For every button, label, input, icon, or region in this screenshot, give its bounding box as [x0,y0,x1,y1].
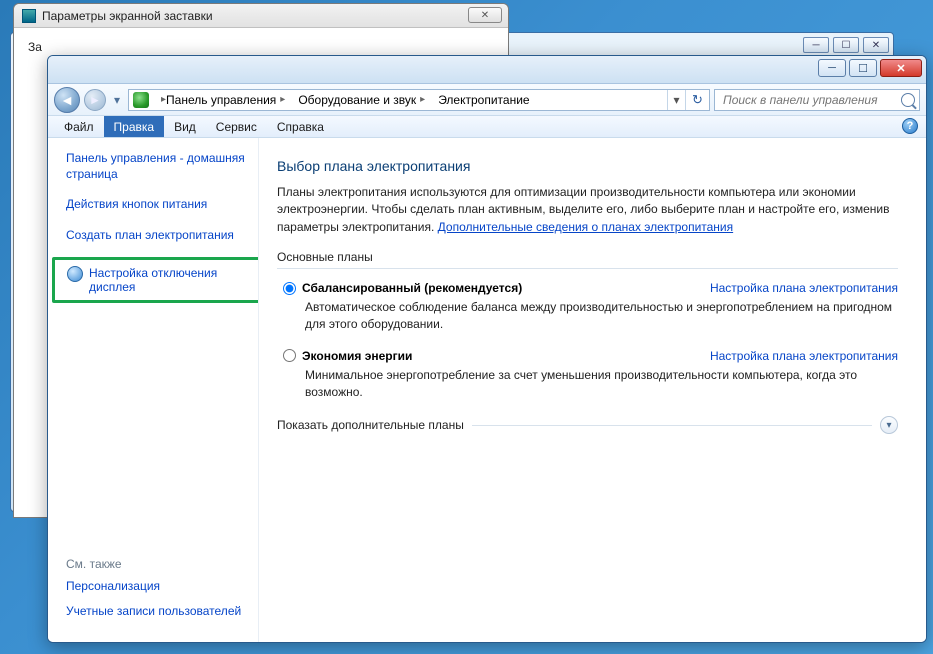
breadcrumb-hardware-sound[interactable]: Оборудование и звук ▸ [292,90,432,110]
plan-balanced: Сбалансированный (рекомендуется) Настрой… [283,281,898,333]
chevron-down-icon[interactable]: ▾ [880,416,898,434]
content-pane: Выбор плана электропитания Планы электро… [258,138,926,642]
menu-view[interactable]: Вид [164,116,206,137]
nav-history-dropdown[interactable]: ▾ [110,93,124,107]
window-titlebar[interactable]: ─ ☐ ✕ [48,56,926,84]
plan-energy-configure-link[interactable]: Настройка плана электропитания [710,349,898,363]
nav-forward-button[interactable]: ► [84,89,106,111]
menu-edit[interactable]: Правка [104,116,165,137]
menu-help[interactable]: Справка [267,116,334,137]
sidebar-home-link[interactable]: Панель управления - домашняя страница [66,150,248,182]
screensaver-icon [22,9,36,23]
divider [472,425,872,426]
divider [277,268,898,269]
plan-energy-saver: Экономия энергии Настройка плана электро… [283,349,898,401]
plan-balanced-title: Сбалансированный (рекомендуется) [302,281,522,295]
search-box[interactable] [714,89,920,111]
plan-energy-radio-label[interactable]: Экономия энергии [283,349,412,363]
menu-service[interactable]: Сервис [206,116,267,137]
bg-maximize-button[interactable]: ☐ [833,37,859,53]
sidebar-user-accounts-link[interactable]: Учетные записи пользователей [66,604,248,620]
maximize-button[interactable]: ☐ [849,59,877,77]
sidebar: Панель управления - домашняя страница Де… [48,138,258,642]
plan-energy-radio[interactable] [283,349,296,362]
plan-energy-title: Экономия энергии [302,349,412,363]
see-also-heading: См. также [66,557,248,571]
search-icon [901,93,915,107]
plan-balanced-radio-label[interactable]: Сбалансированный (рекомендуется) [283,281,522,295]
address-bar[interactable]: ▸ Панель управления ▸ Оборудование и зву… [128,89,710,111]
show-more-plans-label: Показать дополнительные планы [277,418,464,432]
sidebar-personalization-link[interactable]: Персонализация [66,579,248,595]
sidebar-power-buttons-link[interactable]: Действия кнопок питания [66,196,248,212]
screensaver-dialog-titlebar[interactable]: Параметры экранной заставки ✕ [14,4,508,28]
help-icon[interactable]: ? [902,118,918,134]
screensaver-dialog-title: Параметры экранной заставки [42,9,213,23]
bg-minimize-button[interactable]: ─ [803,37,829,53]
page-title: Выбор плана электропитания [277,158,898,174]
plans-section-label: Основные планы [277,250,898,264]
breadcrumb-power[interactable]: Электропитание [432,90,536,110]
sidebar-display-off-label: Настройка отключения дисплея [89,266,253,294]
menu-file[interactable]: Файл [54,116,104,137]
power-options-window: ─ ☐ ✕ ◄ ► ▾ ▸ Панель управления ▸ Оборуд… [47,55,927,643]
control-panel-icon [133,92,149,108]
breadcrumb-label: Электропитание [438,93,529,107]
intro-text: Планы электропитания используются для оп… [277,184,898,236]
plan-balanced-desc: Автоматическое соблюдение баланса между … [305,299,898,333]
screensaver-body-fragment: За [28,40,42,54]
breadcrumb-label: Оборудование и звук [298,93,416,107]
screensaver-dialog-close-button[interactable]: ✕ [468,7,502,23]
sidebar-create-plan-link[interactable]: Создать план электропитания [66,227,248,243]
plan-balanced-radio[interactable] [283,282,296,295]
address-dropdown[interactable]: ▾ [667,90,685,110]
breadcrumb-label: Панель управления [166,93,276,107]
intro-more-link[interactable]: Дополнительные сведения о планах электро… [438,220,733,234]
sidebar-see-also: См. также Персонализация Учетные записи … [66,557,248,630]
nav-back-button[interactable]: ◄ [54,87,80,113]
plan-energy-desc: Минимальное энергопотребление за счет ум… [305,367,898,401]
sidebar-display-off-link-highlighted[interactable]: Настройка отключения дисплея [52,257,266,303]
plan-balanced-configure-link[interactable]: Настройка плана электропитания [710,281,898,295]
navigation-row: ◄ ► ▾ ▸ Панель управления ▸ Оборудование… [48,84,926,116]
menu-bar: Файл Правка Вид Сервис Справка ? [48,116,926,138]
search-input[interactable] [721,92,901,108]
breadcrumb-control-panel[interactable]: ▸ Панель управления ▸ [151,90,292,110]
refresh-button[interactable]: ↻ [685,90,709,110]
bg-close-button[interactable]: ✕ [863,37,889,53]
minimize-button[interactable]: ─ [818,59,846,77]
close-button[interactable]: ✕ [880,59,922,77]
show-more-plans-row[interactable]: Показать дополнительные планы ▾ [277,416,898,434]
shield-icon [67,266,83,282]
